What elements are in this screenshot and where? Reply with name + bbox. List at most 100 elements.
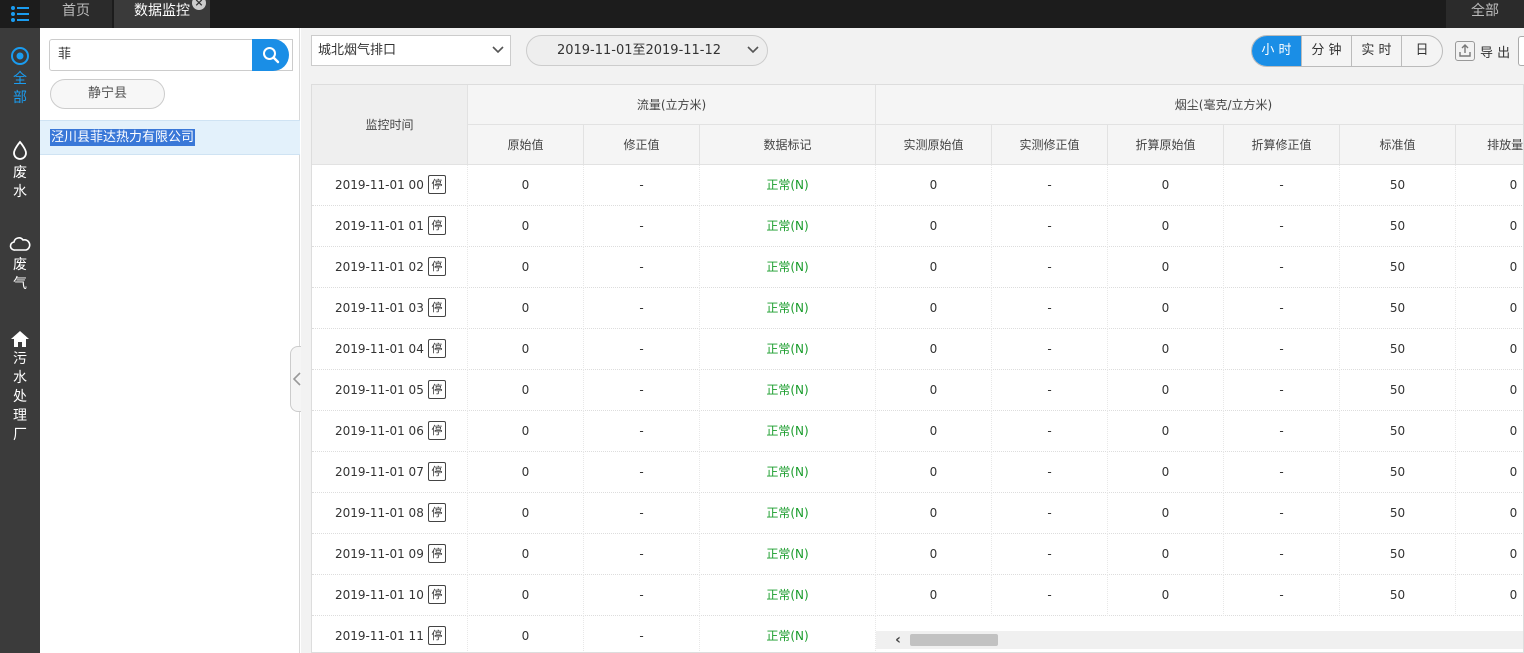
table-cell: 0 [876, 288, 992, 329]
granularity-minute-button[interactable]: 分 钟 [1302, 36, 1352, 66]
table-cell: 50 [1340, 247, 1456, 288]
stop-flag-badge[interactable]: 停 [427, 585, 446, 604]
scrollbar-thumb[interactable] [910, 634, 998, 646]
stop-flag-badge[interactable]: 停 [427, 216, 446, 235]
tab-home[interactable]: 首页 [40, 0, 112, 28]
outlet-select[interactable]: 城北烟气排口 [311, 35, 511, 66]
scope-all-button[interactable]: 全部 [1446, 0, 1524, 28]
granularity-realtime-button[interactable]: 实 时 [1352, 36, 1402, 66]
table-cell: - [992, 534, 1108, 575]
table-cell: 0 [876, 534, 992, 575]
rail-item-wastewater[interactable]: 废 水 [0, 140, 40, 202]
region-filter-pill[interactable]: 静宁县 [50, 79, 165, 109]
cell-monitor-time: 2019-11-01 09 停 [312, 534, 468, 575]
cell-monitor-time: 2019-11-01 06 停 [312, 411, 468, 452]
rail-item-sewage-plant[interactable]: 污 水 处 理 厂 [0, 330, 40, 445]
data-flag-cell: 正常(N) [700, 534, 876, 575]
stop-flag-badge[interactable]: 停 [427, 503, 446, 522]
table-cell: - [1224, 165, 1340, 206]
export-button[interactable]: 导 出 [1455, 40, 1510, 62]
table-cell: - [992, 165, 1108, 206]
table-cell: - [1224, 411, 1340, 452]
close-icon[interactable]: × [192, 0, 206, 10]
data-flag-cell: 正常(N) [700, 247, 876, 288]
table-cell: 0 [1456, 493, 1523, 534]
stop-flag-badge[interactable]: 停 [427, 626, 446, 645]
rail-item-all[interactable]: 全 部 [0, 46, 40, 108]
table-cell: 0 [468, 247, 584, 288]
table-cell: 0 [468, 575, 584, 616]
search-button[interactable] [252, 39, 289, 71]
table-cell: - [992, 329, 1108, 370]
table-cell: 0 [1456, 206, 1523, 247]
table-cell: 0 [1456, 575, 1523, 616]
cell-monitor-time: 2019-11-01 01 停 [312, 206, 468, 247]
table-cell: - [1224, 370, 1340, 411]
menu-list-icon[interactable] [0, 0, 40, 28]
rail-label-char: 废 [13, 257, 27, 273]
time-value: 2019-11-01 08 [335, 506, 424, 520]
table-cell: 0 [468, 452, 584, 493]
column-header: 修正值 [584, 125, 700, 165]
data-table: 监控时间 流量(立方米) 烟尘(毫克/立方米) 原始值 修正值 数据标记 实测原始值 实测修正… [311, 84, 1524, 653]
export-label: 导 出 [1480, 45, 1511, 61]
stop-flag-badge[interactable]: 停 [427, 421, 446, 440]
stop-flag-badge[interactable]: 停 [427, 380, 446, 399]
data-flag-cell: 正常(N) [700, 575, 876, 616]
granularity-hour-button[interactable]: 小 时 [1252, 36, 1302, 66]
horizontal-scrollbar[interactable]: ‹ [876, 631, 1523, 649]
table-cell: - [1224, 452, 1340, 493]
data-flag-cell: 正常(N) [700, 452, 876, 493]
table-cell: - [1224, 288, 1340, 329]
time-value: 2019-11-01 05 [335, 383, 424, 397]
category-rail: 全 部 废 水 废 气 污 水 处 理 厂 [0, 28, 40, 653]
data-flag-cell: 正常(N) [700, 616, 876, 652]
overflow-button[interactable] [1518, 36, 1524, 66]
table-row: 2019-11-01 01 停 0- 正常(N) 0-0-50 0 [312, 206, 1523, 247]
column-header: 实测原始值 [876, 125, 992, 165]
date-range-picker[interactable]: 2019-11-01至2019-11-12 [526, 35, 768, 66]
table-row: 2019-11-01 10 停 0- 正常(N) 0-0-50 0 [312, 575, 1523, 616]
search-icon [262, 47, 279, 64]
stop-flag-badge[interactable]: 停 [427, 544, 446, 563]
table-cell: 0 [1108, 206, 1224, 247]
stop-flag-badge[interactable]: 停 [427, 462, 446, 481]
table-cell: 50 [1340, 206, 1456, 247]
table-cell: 0 [1456, 329, 1523, 370]
table-cell: 0 [1456, 452, 1523, 493]
table-cell: 50 [1340, 370, 1456, 411]
table-cell: - [584, 165, 700, 206]
time-value: 2019-11-01 09 [335, 547, 424, 561]
table-cell: 0 [876, 575, 992, 616]
stop-flag-badge[interactable]: 停 [427, 175, 446, 194]
column-header-time: 监控时间 [312, 85, 468, 165]
column-header: 折算修正值 [1224, 125, 1340, 165]
table-row: 2019-11-01 04 停 0- 正常(N) 0-0-50 0 [312, 329, 1523, 370]
scroll-left-icon[interactable]: ‹ [890, 632, 906, 648]
stop-flag-badge[interactable]: 停 [427, 298, 446, 317]
top-bar: 首页 数据监控 × 全部 [0, 0, 1524, 28]
time-value: 2019-11-01 07 [335, 465, 424, 479]
table-cell: 0 [1108, 288, 1224, 329]
stop-flag-badge[interactable]: 停 [427, 257, 446, 276]
granularity-day-button[interactable]: 日 [1402, 36, 1442, 66]
table-cell: 0 [1456, 165, 1523, 206]
time-value: 2019-11-01 06 [335, 424, 424, 438]
company-list-item[interactable]: 泾川县菲达热力有限公司 [40, 120, 300, 155]
date-range-value: 2019-11-01至2019-11-12 [556, 43, 722, 58]
column-header: 折算原始值 [1108, 125, 1224, 165]
table-cell: - [992, 493, 1108, 534]
table-cell: 0 [468, 370, 584, 411]
table-cell: 0 [1108, 575, 1224, 616]
data-flag-cell: 正常(N) [700, 493, 876, 534]
rail-label-char: 全 [13, 71, 27, 87]
water-drop-icon [13, 140, 27, 160]
column-header: 数据标记 [700, 125, 876, 165]
table-cell: - [584, 206, 700, 247]
table-cell: 0 [1108, 247, 1224, 288]
rail-item-waste-gas[interactable]: 废 气 [0, 236, 40, 294]
stop-flag-badge[interactable]: 停 [427, 339, 446, 358]
tab-data-monitor[interactable]: 数据监控 × [114, 0, 210, 28]
table-cell: - [992, 370, 1108, 411]
cell-monitor-time: 2019-11-01 11 停 [312, 616, 468, 652]
